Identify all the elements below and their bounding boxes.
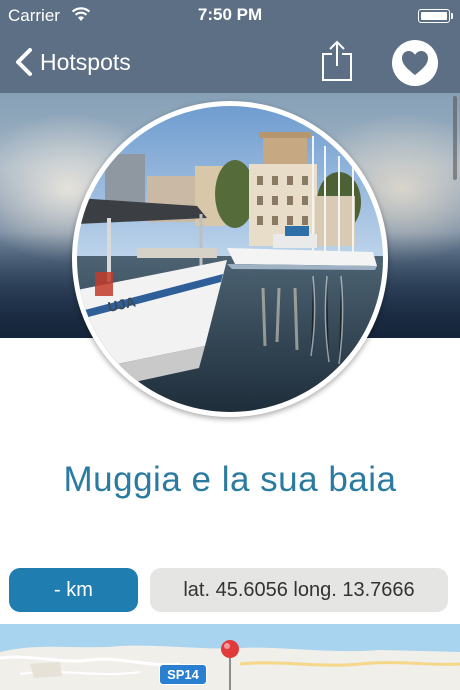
scroll-indicator	[453, 96, 457, 180]
coordinates-label: lat. 45.6056 long. 13.7666	[150, 568, 448, 612]
place-photo-frame: UJA	[72, 101, 388, 417]
heart-icon	[402, 51, 428, 75]
distance-button[interactable]: - km	[9, 568, 138, 612]
favorite-button[interactable]	[392, 40, 438, 86]
map-pin-icon[interactable]	[218, 638, 242, 690]
status-bar: Carrier 7:50 PM	[0, 0, 460, 32]
place-title: Muggia e la sua baia	[63, 460, 397, 499]
navigation-bar: Hotspots	[0, 32, 460, 93]
road-label: SP14	[159, 664, 207, 685]
back-button-label: Hotspots	[40, 48, 131, 75]
chevron-left-icon	[16, 48, 32, 76]
battery-icon	[418, 9, 453, 23]
share-icon[interactable]	[320, 40, 354, 82]
place-photo: UJA	[77, 106, 383, 412]
clock: 7:50 PM	[197, 5, 263, 24]
back-button[interactable]: Hotspots	[10, 42, 131, 82]
